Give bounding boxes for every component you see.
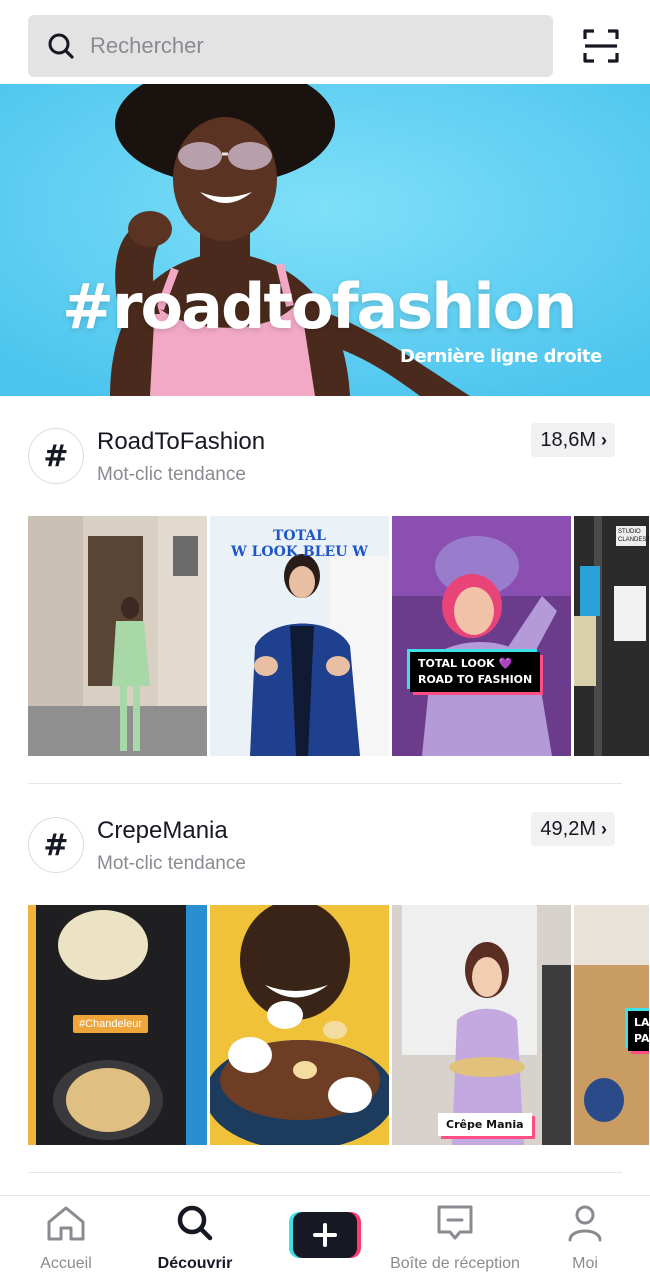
trend-tag-type: Mot-clic tendance: [97, 853, 246, 874]
banner-subtitle: Dernière ligne droite: [400, 346, 602, 367]
thumb-overlay-label: Crêpe Mania: [438, 1113, 532, 1136]
view-count: 18,6M: [540, 428, 596, 451]
search-input[interactable]: [90, 33, 510, 59]
trend-tag-name[interactable]: RoadToFashion: [97, 428, 265, 456]
profile-icon: [567, 1204, 603, 1247]
video-thumbnail[interactable]: TOTAL LOOK 💜 ROAD TO FASHION: [392, 516, 571, 756]
thumb-caption: STUDIO CLANDESTIN: [616, 526, 649, 546]
chevron-right-icon: ›: [601, 429, 607, 450]
view-count: 49,2M: [540, 817, 596, 840]
video-thumbnails: #Chandeleur Crêpe Mania LA PA: [28, 905, 650, 1145]
overlay-line: LA: [634, 1016, 649, 1029]
search-icon: [175, 1204, 215, 1247]
overlay-line: ROAD TO FASHION: [418, 673, 533, 686]
thumb-tag-chip: #Chandeleur: [73, 1015, 148, 1033]
trend-tag-name[interactable]: CrepeMania: [97, 817, 228, 845]
video-thumbnail[interactable]: [28, 516, 207, 756]
scan-qr-icon[interactable]: [582, 28, 620, 64]
featured-banner[interactable]: #roadtofashion Dernière ligne droite: [0, 84, 650, 396]
nav-discover[interactable]: Découvrir: [150, 1204, 240, 1273]
trend-tag-type: Mot-clic tendance: [97, 464, 246, 485]
nav-inbox-label: Boîte de réception: [390, 1255, 520, 1272]
section-divider: [28, 783, 622, 784]
thumb-caption: W LOOK BLEU W: [230, 544, 369, 560]
video-thumbnail[interactable]: TOTAL W LOOK BLEU W: [210, 516, 389, 756]
search-bar[interactable]: [28, 15, 553, 77]
nav-discover-label: Découvrir: [157, 1255, 233, 1272]
video-thumbnail[interactable]: [210, 905, 389, 1145]
section-divider: [28, 1172, 622, 1173]
video-thumbnails: TOTAL W LOOK BLEU W TOTAL LOOK 💜 ROAD TO…: [28, 516, 650, 756]
trend-view-count-button[interactable]: 49,2M ›: [531, 812, 615, 846]
search-icon: [46, 31, 76, 61]
nav-home[interactable]: Accueil: [30, 1204, 102, 1273]
overlay-line: TOTAL LOOK 💜: [418, 657, 513, 670]
nav-me[interactable]: Moi: [560, 1204, 610, 1273]
inbox-icon: [435, 1204, 475, 1247]
chevron-right-icon: ›: [601, 818, 607, 839]
home-icon: [45, 1204, 87, 1247]
nav-home-label: Accueil: [40, 1255, 92, 1272]
bottom-navigation: Accueil Découvrir Boîte de réception Moi: [0, 1195, 650, 1288]
video-thumbnail[interactable]: Crêpe Mania: [392, 905, 571, 1145]
video-thumbnail[interactable]: STUDIO CLANDESTIN: [574, 516, 649, 756]
trend-view-count-button[interactable]: 18,6M ›: [531, 423, 615, 457]
nav-me-label: Moi: [572, 1255, 598, 1272]
thumb-caption: TOTAL: [273, 528, 326, 544]
overlay-line: PA: [634, 1032, 649, 1045]
video-thumbnail[interactable]: LA PA: [574, 905, 649, 1145]
banner-title: #roadtofashion: [62, 270, 577, 343]
create-video-button[interactable]: [289, 1212, 361, 1258]
hashtag-icon: #: [28, 817, 84, 873]
thumb-overlay-label: LA PA: [628, 1011, 649, 1051]
video-thumbnail[interactable]: #Chandeleur: [28, 905, 207, 1145]
nav-inbox[interactable]: Boîte de réception: [380, 1204, 530, 1273]
hashtag-icon: #: [28, 428, 84, 484]
thumb-overlay-label: TOTAL LOOK 💜 ROAD TO FASHION: [410, 652, 541, 692]
